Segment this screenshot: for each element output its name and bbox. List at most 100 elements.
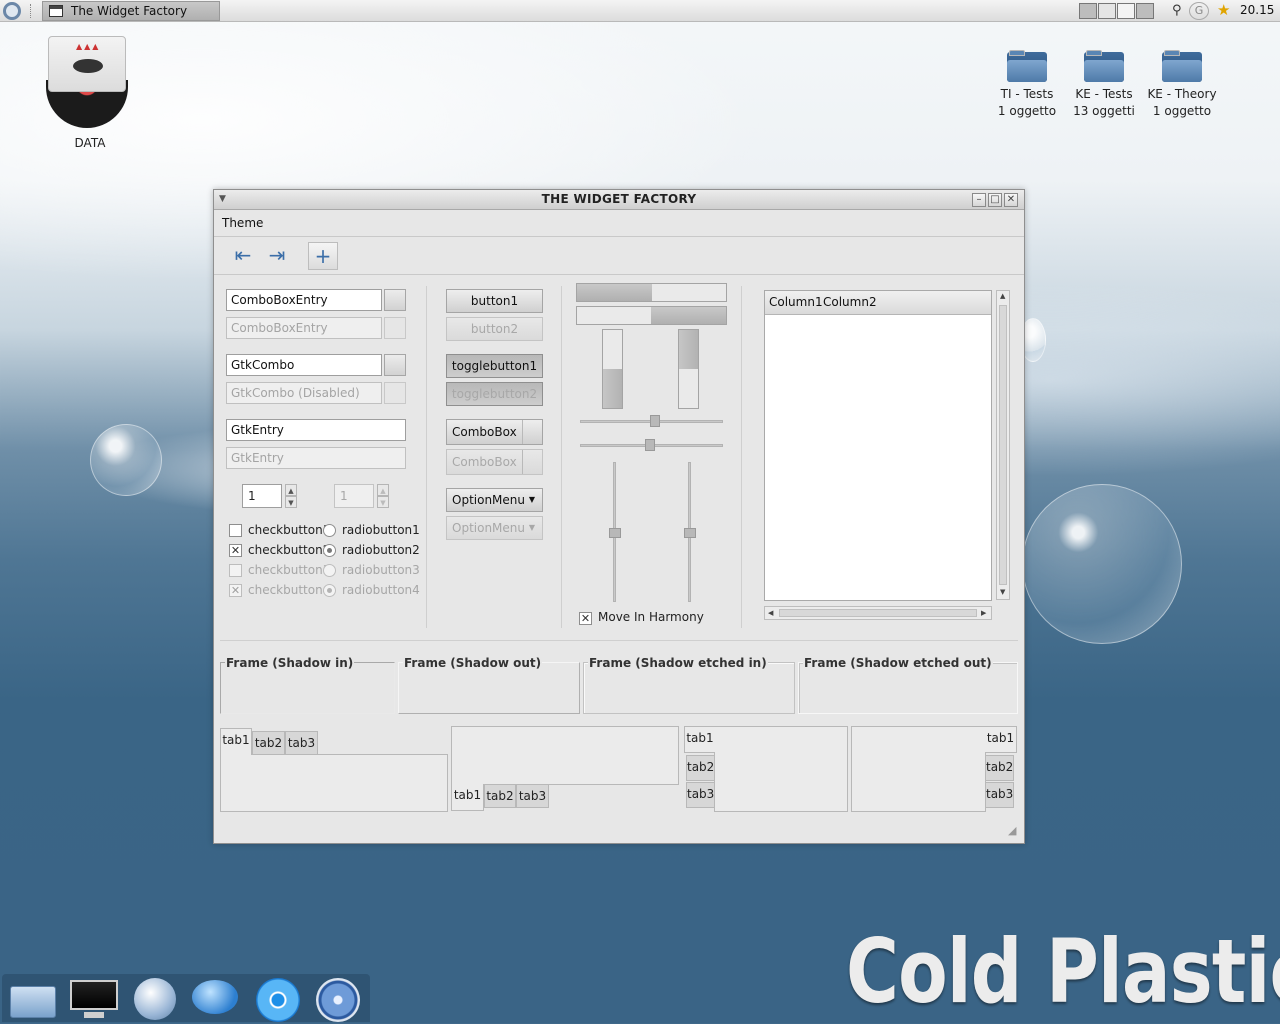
workspace-2[interactable] — [1098, 3, 1116, 19]
notebook-right-tab1[interactable]: tab1 — [985, 726, 1017, 753]
frame-shadow-etched-in-label: Frame (Shadow etched in) — [588, 656, 768, 670]
radiobutton4 — [323, 584, 336, 597]
gtkcombo-input[interactable]: GtkCombo — [226, 354, 382, 376]
dock-files-launcher[interactable] — [4, 978, 56, 1020]
dock — [2, 974, 370, 1022]
tree-vertical-scrollbar[interactable]: ▲ ▼ — [996, 290, 1010, 600]
radiobutton3-label: radiobutton3 — [342, 563, 420, 577]
togglebutton1[interactable]: togglebutton1 — [446, 354, 543, 378]
notebook-top-tab1[interactable]: tab1 — [220, 728, 252, 755]
checkbutton2[interactable]: ✕ — [229, 544, 242, 557]
notebook-right-tab2[interactable]: tab2 — [985, 755, 1014, 781]
scroll-down-icon[interactable]: ▼ — [1000, 588, 1005, 596]
notebook-bottom-tab2[interactable]: tab2 — [484, 784, 516, 808]
vscale-2[interactable] — [684, 462, 696, 602]
star-icon[interactable]: ★ — [1217, 1, 1230, 19]
close-button[interactable]: ✕ — [1004, 193, 1018, 207]
checkbutton3 — [229, 564, 242, 577]
vscale-2-thumb[interactable] — [684, 528, 696, 538]
workspace-3[interactable] — [1117, 3, 1135, 19]
hscale-1[interactable] — [580, 415, 723, 427]
checkbutton1[interactable] — [229, 524, 242, 537]
gtkcombo-disabled-button — [384, 382, 406, 404]
hscale-2-thumb[interactable] — [645, 439, 655, 451]
frame-shadow-out-label: Frame (Shadow out) — [403, 656, 543, 670]
gtkentry-input[interactable]: GtkEntry — [226, 419, 406, 441]
spinbutton-input[interactable]: 1 — [242, 484, 282, 508]
notebook-bottom-tab1[interactable]: tab1 — [451, 784, 484, 811]
dock-display-launcher[interactable] — [66, 978, 118, 1020]
notebook-left-tab2[interactable]: tab2 — [686, 755, 715, 781]
notebook-right-tab3[interactable]: tab3 — [985, 782, 1014, 808]
main-menu-icon[interactable] — [3, 2, 21, 20]
checkbutton1-label: checkbutton1 — [248, 523, 331, 537]
combobox-button[interactable]: ComboBox — [446, 419, 543, 445]
desktop-folder-ke-tests[interactable]: KE - Tests 13 oggetti — [1069, 50, 1139, 120]
notebook-left-tab3[interactable]: tab3 — [686, 782, 715, 808]
resize-grip[interactable]: ◢ — [1008, 824, 1022, 838]
comboboxentry-input[interactable]: ComboBoxEntry — [226, 289, 382, 311]
clock[interactable]: 20.15 — [1240, 3, 1274, 17]
workspace-pager[interactable] — [1079, 3, 1155, 19]
dock-chat-launcher[interactable] — [190, 978, 238, 1020]
vscale-1-thumb[interactable] — [609, 528, 621, 538]
hscale-1-thumb[interactable] — [650, 415, 660, 427]
button2: button2 — [446, 317, 543, 341]
move-in-harmony-checkbox[interactable]: ✕ — [579, 612, 592, 625]
column-separator — [561, 286, 562, 628]
workspace-1[interactable] — [1079, 3, 1097, 19]
optionmenu-disabled-label: OptionMenu — [452, 521, 525, 535]
dock-compass-launcher[interactable] — [312, 978, 360, 1022]
scroll-left-icon[interactable]: ◀ — [768, 609, 773, 617]
cd-icon — [256, 978, 300, 1022]
network-icon[interactable]: ⚲ — [1172, 3, 1186, 19]
radiobutton1[interactable] — [323, 524, 336, 537]
column2-header[interactable]: Column2 — [823, 295, 877, 309]
notebook-right-page — [851, 726, 986, 812]
togglebutton2: togglebutton2 — [446, 382, 543, 406]
checkbutton3-label: checkbutton3 — [248, 563, 331, 577]
taskbar-window-button[interactable]: The Widget Factory — [42, 1, 220, 21]
hprogress-2 — [576, 306, 727, 325]
tree-horizontal-scrollbar[interactable]: ◀ ▶ — [764, 606, 992, 620]
folder-count: 1 oggetto — [997, 104, 1057, 118]
folder-icon — [1007, 50, 1047, 82]
notebook-top-page — [220, 754, 448, 812]
data-drive-icon[interactable]: ▲▲▲ — [46, 36, 128, 130]
folder-icon — [1162, 50, 1202, 82]
comboboxentry-disabled-input: ComboBoxEntry — [226, 317, 382, 339]
vscale-1[interactable] — [609, 462, 621, 602]
workspace-4[interactable] — [1136, 3, 1154, 19]
button1[interactable]: button1 — [446, 289, 543, 313]
maximize-button[interactable]: □ — [988, 193, 1002, 207]
optionmenu-button[interactable]: OptionMenu ▼ — [446, 488, 543, 512]
dock-media-launcher[interactable] — [252, 978, 300, 1022]
desktop-folder-ke-theory[interactable]: KE - Theory 1 oggetto — [1146, 50, 1218, 120]
spinbutton-arrows[interactable]: ▲ ▼ — [285, 484, 297, 508]
notebook-top-tab3[interactable]: tab3 — [285, 731, 318, 755]
gtkcombo-dropdown-button[interactable] — [384, 354, 406, 376]
add-icon[interactable]: + — [308, 242, 338, 270]
back-arrow-icon[interactable]: ⇤ — [228, 242, 258, 270]
notebook-top-tab2[interactable]: tab2 — [252, 731, 285, 755]
hscale-2[interactable] — [580, 439, 723, 451]
desktop-folder-ti-tests[interactable]: TI - Tests 1 oggetto — [992, 50, 1062, 120]
tree-view[interactable]: Column1 Column2 — [764, 290, 992, 601]
column1-header[interactable]: Column1 — [769, 295, 823, 309]
comboboxentry-dropdown-button[interactable] — [384, 289, 406, 311]
titlebar[interactable]: ▼ THE WIDGET FACTORY – □ ✕ — [214, 190, 1024, 210]
dock-browser-launcher[interactable] — [130, 978, 176, 1020]
notebook-bottom-page — [451, 726, 679, 785]
bubble-decoration — [90, 424, 162, 496]
compass-icon — [316, 978, 360, 1022]
tray-app-icon[interactable]: G — [1189, 2, 1209, 20]
forward-arrow-icon[interactable]: ⇥ — [262, 242, 292, 270]
radiobutton2[interactable] — [323, 544, 336, 557]
menu-theme[interactable]: Theme — [222, 216, 263, 230]
minimize-button[interactable]: – — [972, 193, 986, 207]
notebook-bottom-tab3[interactable]: tab3 — [516, 784, 549, 808]
scroll-up-icon[interactable]: ▲ — [1000, 292, 1005, 300]
scroll-right-icon[interactable]: ▶ — [981, 609, 986, 617]
notebook-left-tab1[interactable]: tab1 — [684, 726, 715, 753]
data-drive-label[interactable]: DATA — [66, 135, 114, 152]
